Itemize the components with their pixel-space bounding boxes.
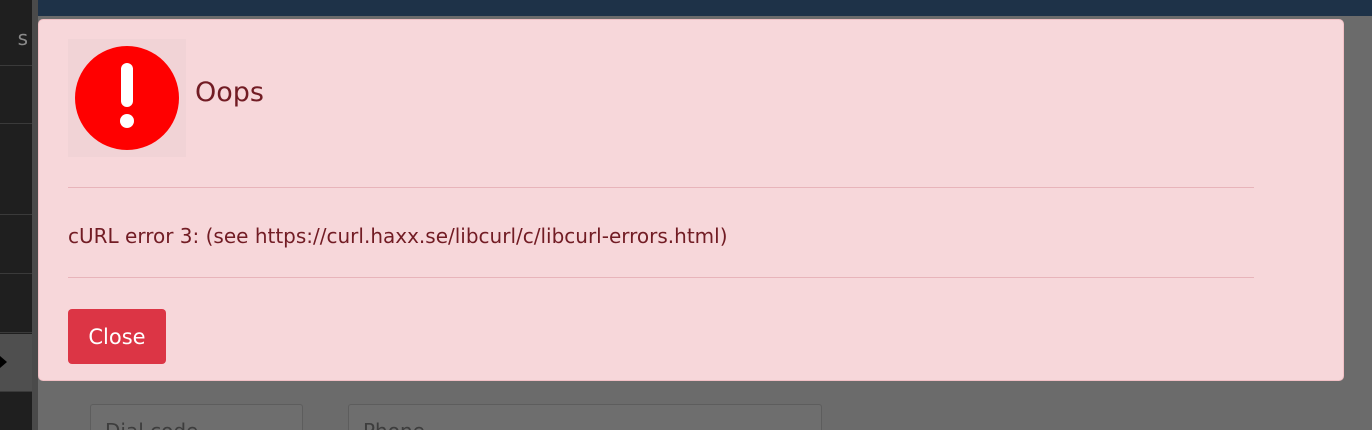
sidebar-item-active[interactable] [0,334,32,392]
sidebar-item[interactable] [0,157,32,215]
close-button[interactable]: Close [68,309,166,364]
sidebar: s [0,0,32,430]
phone-field[interactable]: Phone [348,404,822,430]
exclamation-circle-icon [68,39,186,157]
sidebar-item-label: s [17,26,28,50]
phone-placeholder: Phone [363,419,425,430]
sidebar-item[interactable] [0,216,32,274]
alert-title: Oops [195,77,264,108]
sidebar-item[interactable]: s [0,8,32,66]
sidebar-item[interactable] [0,275,32,333]
error-alert-dialog: Oops cURL error 3: (see https://curl.hax… [38,19,1344,381]
top-navbar [38,0,1372,16]
error-message: cURL error 3: (see https://curl.haxx.se/… [68,224,728,248]
divider [68,277,1254,278]
caret-right-icon [0,356,7,368]
dial-code-placeholder: Dial code [105,419,198,430]
sidebar-item[interactable] [0,66,32,124]
dial-code-field[interactable]: Dial code [90,404,303,430]
divider [68,187,1254,188]
